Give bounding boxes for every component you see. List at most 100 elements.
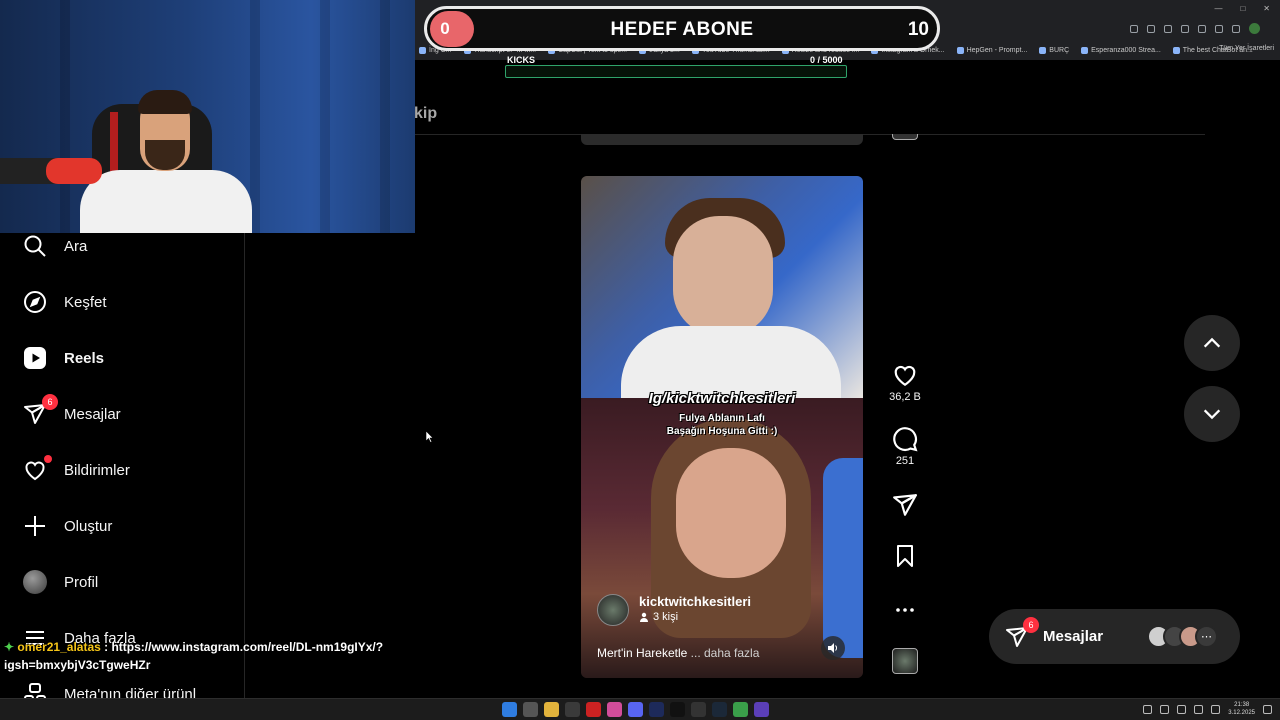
reels-icon (22, 345, 48, 371)
messenger-icon: 6 (22, 394, 58, 427)
mouse-cursor-icon (425, 430, 434, 448)
chat-username: omer21_alatas (17, 640, 101, 654)
previous-audio-thumbnail[interactable] (892, 134, 918, 140)
photoshop-icon[interactable] (649, 702, 664, 717)
mic-icon[interactable] (1177, 704, 1187, 714)
chrome-icon[interactable] (733, 702, 748, 717)
extension-icon[interactable] (1198, 25, 1206, 33)
opera-icon[interactable] (586, 702, 601, 717)
mute-button[interactable] (821, 636, 845, 660)
sidebar-item-label: Ara (64, 237, 88, 255)
chevron-down-icon (1203, 409, 1221, 420)
more-link[interactable]: ... daha fazla (691, 646, 760, 660)
sidebar-item-explore[interactable]: Keşfet (22, 287, 232, 317)
close-icon[interactable]: ✕ (1263, 4, 1270, 13)
bookmark-item[interactable]: Esperanza000 Strea... (1081, 46, 1161, 54)
sidebar-item-reels[interactable]: Reels (22, 343, 232, 373)
bookmark-folder[interactable]: BURÇ (1039, 46, 1069, 54)
webcam-overlay (0, 0, 415, 233)
kicks-label: KICKS (507, 55, 536, 65)
minimize-icon[interactable]: — (1214, 4, 1222, 13)
sidebar-item-label: Mesajlar (64, 405, 121, 423)
discord-icon[interactable] (628, 702, 643, 717)
sidebar-item-profile[interactable]: Profil (22, 567, 232, 597)
plus-icon (22, 513, 48, 539)
kicks-progress-bar (505, 65, 847, 78)
system-tray: 21:38 3.12.2025 (1143, 701, 1272, 717)
wifi-icon[interactable] (1211, 704, 1221, 714)
previous-reel-button[interactable] (1184, 315, 1240, 371)
sidebar-item-messages[interactable]: 6 Mesajlar (22, 394, 232, 429)
instagram-icon[interactable] (607, 702, 622, 717)
reel-author-avatar[interactable] (597, 594, 629, 626)
audio-thumbnail[interactable] (892, 648, 918, 674)
bookmark-icon (897, 545, 913, 567)
chat-badge-icon: ✦ (4, 640, 15, 654)
taskbar-apps (502, 702, 769, 717)
chevron-up-icon (1203, 337, 1221, 348)
share-icon (893, 494, 917, 516)
more-options-button[interactable] (884, 598, 926, 622)
speaker-icon[interactable] (1194, 704, 1204, 714)
comment-button[interactable]: 251 (884, 426, 926, 467)
sidebar-item-label: Oluştur (64, 517, 113, 535)
previous-reel-edge[interactable] (581, 134, 863, 145)
tiktok-icon[interactable] (670, 702, 685, 717)
star-icon[interactable] (1181, 25, 1189, 33)
capcut-icon[interactable] (691, 702, 706, 717)
comment-icon (893, 427, 918, 452)
messages-pill[interactable]: 6 Mesajlar ⋯ (989, 609, 1240, 664)
reel-video-top-frame (581, 176, 863, 398)
browser-extension-icons (1130, 23, 1260, 34)
goal-title: HEDEF ABONE (610, 19, 754, 40)
sidebar-item-notifications[interactable]: Bildirimler (22, 455, 232, 485)
all-bookmarks[interactable]: Tüm Yer İşaretleri (1219, 45, 1274, 52)
chevron-up-icon[interactable] (1143, 704, 1153, 714)
profile-avatar[interactable] (1249, 23, 1260, 34)
start-icon[interactable] (502, 702, 517, 717)
speaker-icon (828, 643, 838, 653)
messages-pill-label: Mesajlar (1043, 628, 1104, 645)
reel-video[interactable]: Ig/kicktwitchkesitleri Fulya Ablanın Laf… (581, 176, 863, 678)
next-reel-button[interactable] (1184, 386, 1240, 442)
reel-overlay-caption: Fulya Ablanın Lafı Başağın Hoşuna Gitti … (666, 413, 778, 437)
app-icon[interactable] (565, 702, 580, 717)
kicks-count: 0 / 5000 (810, 55, 843, 65)
task-view-icon[interactable] (523, 702, 538, 717)
reel-watermark: Ig/kicktwitchkesitleri (648, 390, 796, 407)
share-icon[interactable] (1164, 25, 1172, 33)
restore-icon[interactable]: □ (1240, 4, 1245, 13)
extensions-puzzle-icon[interactable] (1215, 25, 1223, 33)
sidebar-item-create[interactable]: Oluştur (22, 511, 232, 541)
messenger-icon: 6 (1005, 616, 1039, 649)
reel-author-name[interactable]: kicktwitchkesitleri (639, 594, 751, 609)
reel-tagged-people[interactable]: 3 kişi (639, 611, 751, 623)
like-button[interactable]: 36,2 B (884, 362, 926, 403)
zoom-icon[interactable] (1147, 25, 1155, 33)
sidebar-item-search[interactable]: Ara (22, 231, 232, 261)
file-explorer-icon[interactable] (544, 702, 559, 717)
sidebar-item-label: Reels (64, 349, 105, 367)
obs-icon[interactable] (754, 702, 769, 717)
steam-icon[interactable] (712, 702, 727, 717)
notification-icon[interactable] (1263, 704, 1272, 714)
stream-chat-message: ✦ omer21_alatas : https://www.instagram.… (4, 638, 404, 674)
messages-badge: 6 (42, 394, 58, 410)
taskbar-clock[interactable]: 21:38 3.12.2025 (1228, 701, 1255, 717)
chat-text-continued: igsh=bmxybjV3cTgweHZr (4, 658, 151, 672)
chat-text: : https://www.instagram.com/reel/DL-nm19… (104, 640, 384, 654)
bookmark-item[interactable]: HepGen - Prompt... (956, 46, 1027, 54)
reel-video-bottom-frame (581, 398, 863, 678)
save-button[interactable] (884, 544, 926, 568)
cast-icon[interactable] (1130, 25, 1138, 33)
window-controls: — □ ✕ (1214, 4, 1270, 13)
search-icon (22, 233, 48, 259)
sidepanel-icon[interactable] (1232, 25, 1240, 33)
sidebar-divider (244, 233, 245, 698)
sidebar-item-label: Bildirimler (64, 461, 130, 479)
comment-count: 251 (895, 455, 915, 467)
reel-author: kicktwitchkesitleri 3 kişi (597, 594, 751, 626)
network-icon[interactable] (1160, 704, 1170, 714)
share-button[interactable] (884, 492, 926, 518)
taskbar: 21:38 3.12.2025 (0, 698, 1280, 720)
